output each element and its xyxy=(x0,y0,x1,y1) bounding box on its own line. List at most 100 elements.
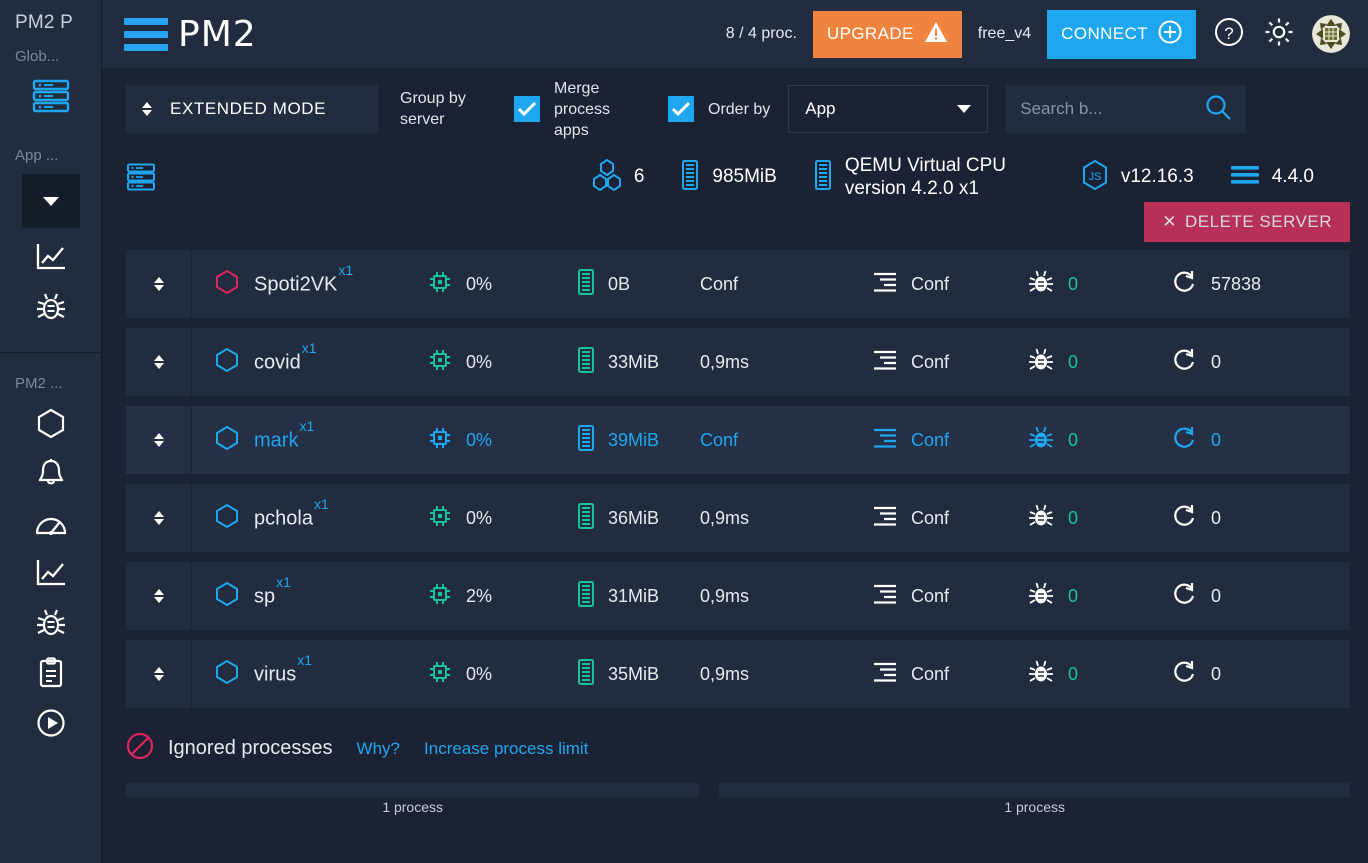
server-rack-icon[interactable] xyxy=(126,163,162,191)
table-row[interactable]: Spoti2VKx1 0% xyxy=(126,250,1350,318)
cpu-chip-icon xyxy=(813,160,833,195)
pm2-version-value: 4.4.0 xyxy=(1272,166,1314,188)
ignored-box-left-caption: 1 process xyxy=(126,799,699,815)
increase-limit-link[interactable]: Increase process limit xyxy=(424,739,588,759)
sidebar-item-dashboard[interactable] xyxy=(23,502,79,548)
table-row[interactable]: pcholax1 0% 36MiB 0,9ms xyxy=(126,484,1350,552)
instance-count: x1 xyxy=(314,496,329,512)
table-row[interactable]: covidx1 0% 33MiB 0,9ms xyxy=(126,328,1350,396)
process-name: markx1 xyxy=(254,427,313,452)
errors-cell: 0 xyxy=(1027,269,1172,300)
merge-process-apps-label: Merge process apps xyxy=(554,78,646,141)
sidebar-item-actions[interactable] xyxy=(23,702,79,748)
search-container[interactable] xyxy=(1006,85,1246,133)
sort-updown-icon xyxy=(154,511,164,525)
sidebar-item-logs[interactable] xyxy=(23,652,79,698)
settings-button[interactable] xyxy=(1262,17,1296,51)
table-row[interactable]: markx1 0% 39MiB Conf xyxy=(126,406,1350,474)
sidebar-item-app-issues[interactable] xyxy=(23,286,79,332)
cpu-chip-icon xyxy=(427,581,453,612)
latency-value: Conf xyxy=(700,274,738,295)
memory-cell: 39MiB xyxy=(577,425,697,456)
plan-label: free_v4 xyxy=(978,25,1031,43)
pm2-logo[interactable]: PM2 xyxy=(124,14,257,55)
warning-icon xyxy=(924,21,948,48)
logs-cell: Conf xyxy=(872,427,1027,454)
table-row[interactable]: virusx1 0% 35MiB 0,9ms xyxy=(126,640,1350,708)
bug-icon xyxy=(1027,425,1055,456)
process-count: 8 / 4 proc. xyxy=(726,25,797,43)
ignored-box-left[interactable]: 1 process xyxy=(126,783,699,797)
memory-stat: 985MiB xyxy=(680,160,776,195)
process-name-cell: spx1 xyxy=(192,581,427,612)
memory-value: 39MiB xyxy=(608,430,659,451)
sidebar-item-app-metrics[interactable] xyxy=(23,236,79,282)
restarts-cell: 0 xyxy=(1172,581,1312,612)
memory-value: 0B xyxy=(608,274,630,295)
connect-button[interactable]: CONNECT xyxy=(1047,10,1196,59)
sidebar-item-servers[interactable] xyxy=(23,75,79,121)
bug-icon xyxy=(1027,503,1055,534)
cpu-model-value: QEMU Virtual CPU version 4.2.0 x1 xyxy=(845,154,1045,200)
row-drag-handle[interactable] xyxy=(126,406,192,474)
logs-cell: Conf xyxy=(872,505,1027,532)
merge-process-apps-control[interactable]: Merge process apps xyxy=(514,78,646,141)
merge-checkbox[interactable] xyxy=(514,96,540,122)
memory-stick-icon xyxy=(577,659,595,690)
extended-mode-toggle[interactable]: EXTENDED MODE xyxy=(126,85,378,133)
sidebar-item-notifications[interactable] xyxy=(23,452,79,498)
order-by-checkbox[interactable] xyxy=(668,96,694,122)
latency-cell: Conf xyxy=(697,274,872,295)
sidebar-item-metrics[interactable] xyxy=(23,552,79,598)
order-by-control[interactable]: Order by xyxy=(668,96,770,122)
logs-icon xyxy=(872,427,898,454)
logs-cell: Conf xyxy=(872,271,1027,298)
ignored-process-boxes: 1 process 1 process xyxy=(102,765,1368,797)
sidebar-app-selector[interactable] xyxy=(22,174,80,228)
row-drag-handle[interactable] xyxy=(126,328,192,396)
restarts-value: 0 xyxy=(1211,352,1221,373)
hexagon-icon xyxy=(35,407,67,444)
latency-value: 0,9ms xyxy=(700,664,749,685)
memory-stick-icon xyxy=(577,581,595,612)
row-drag-handle[interactable] xyxy=(126,250,192,318)
row-drag-handle[interactable] xyxy=(126,484,192,552)
bug-icon xyxy=(1027,581,1055,612)
avatar[interactable] xyxy=(1312,15,1350,53)
ignored-box-right[interactable]: 1 process xyxy=(719,783,1350,797)
node-version-value: v12.16.3 xyxy=(1121,166,1194,188)
pm2-bars-icon xyxy=(1230,164,1260,191)
sidebar-title: PM2 P xyxy=(0,12,101,34)
upgrade-button[interactable]: UPGRADE xyxy=(813,11,962,58)
extended-mode-label: EXTENDED MODE xyxy=(170,99,326,119)
play-circle-icon xyxy=(35,707,67,744)
why-link[interactable]: Why? xyxy=(357,739,400,759)
delete-server-button[interactable]: ✕ DELETE SERVER xyxy=(1144,202,1350,242)
logs-icon xyxy=(872,661,898,688)
order-by-select[interactable]: App xyxy=(788,85,988,133)
memory-cell: 0B xyxy=(577,269,697,300)
help-button[interactable]: ? xyxy=(1212,17,1246,51)
blocked-icon xyxy=(126,732,154,765)
row-drag-handle[interactable] xyxy=(126,562,192,630)
sidebar-item-issues[interactable] xyxy=(23,602,79,648)
cpu-chip-icon xyxy=(427,503,453,534)
errors-cell: 0 xyxy=(1027,581,1172,612)
search-input[interactable] xyxy=(1020,99,1204,119)
memory-value: 31MiB xyxy=(608,586,659,607)
search-icon[interactable] xyxy=(1204,93,1232,126)
bug-icon xyxy=(35,292,67,327)
delete-server-wrap: ✕ DELETE SERVER xyxy=(102,202,1368,242)
table-row[interactable]: spx1 2% 31MiB 0,9ms xyxy=(126,562,1350,630)
row-drag-handle[interactable] xyxy=(126,640,192,708)
group-by-server-control[interactable]: Group by server xyxy=(400,88,492,130)
cpu-chip-icon xyxy=(427,347,453,378)
sidebar-item-processes[interactable] xyxy=(23,402,79,448)
errors-value: 0 xyxy=(1068,352,1078,373)
bell-icon xyxy=(36,457,66,494)
sidebar-section-global: Glob... xyxy=(0,48,101,65)
hamburger-icon xyxy=(124,18,168,51)
process-name: spx1 xyxy=(254,583,290,608)
svg-text:?: ? xyxy=(1224,24,1233,43)
restarts-value: 0 xyxy=(1211,508,1221,529)
